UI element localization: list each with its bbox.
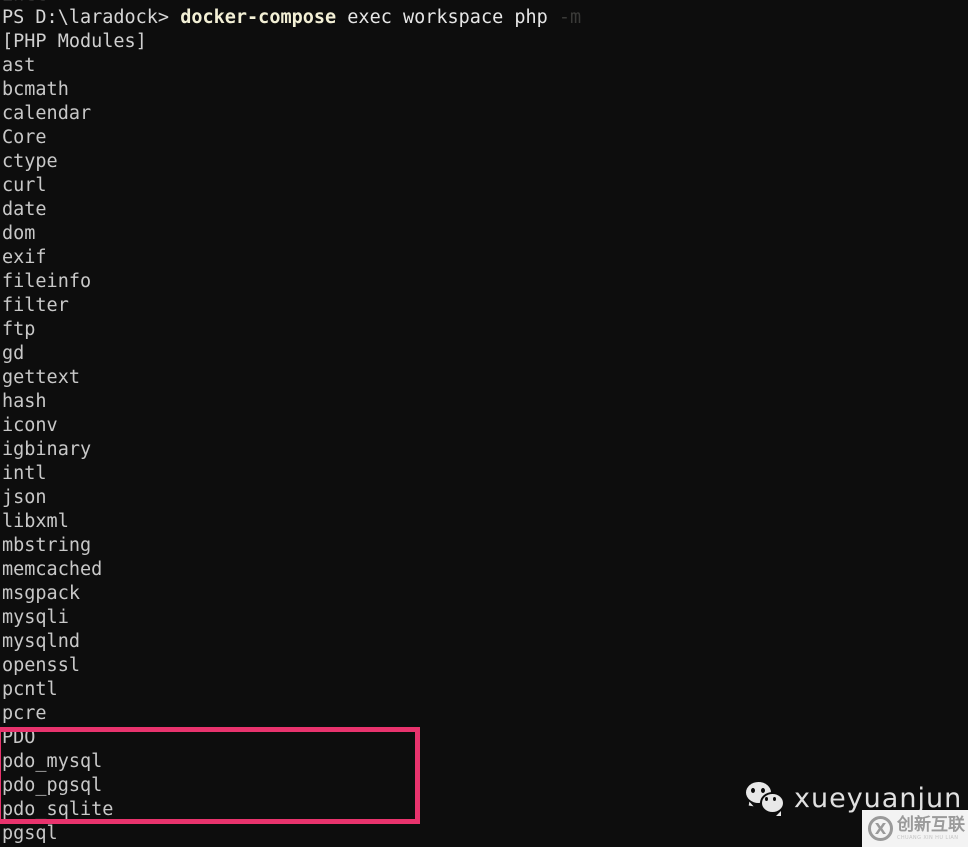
terminal-window: intl PS D:\laradock> docker-compose exec… — [0, 0, 968, 847]
module-row: ast — [2, 55, 36, 76]
command-name: docker-compose — [180, 7, 337, 28]
module-row: fileinfo — [2, 271, 92, 292]
module-row: ctype — [2, 151, 58, 172]
module-row: filter — [2, 295, 69, 316]
module-row: libxml — [2, 511, 69, 532]
php-module-list: ast bcmath calendar Core ctype curl date dom exi… — [2, 54, 968, 846]
module-row: pdo_mysql — [2, 751, 103, 772]
module-row: iconv — [2, 415, 58, 436]
module-row: calendar — [2, 103, 92, 124]
module-row: bcmath — [2, 79, 69, 100]
module-row: pcre — [2, 703, 47, 724]
module-row: curl — [2, 175, 47, 196]
module-row: memcached — [2, 559, 103, 580]
module-row: date — [2, 199, 47, 220]
module-row: mysqli — [2, 607, 69, 628]
module-row: dom — [2, 223, 36, 244]
cdxl-logo-icon: X — [868, 816, 893, 841]
module-row: igbinary — [2, 439, 92, 460]
module-row: PDO — [2, 727, 36, 748]
module-row: exif — [2, 247, 47, 268]
module-row: intl — [2, 463, 47, 484]
prompt-prefix: PS D:\laradock> — [2, 7, 181, 28]
module-row: mbstring — [2, 535, 92, 556]
command-prompt-line: PS D:\laradock> docker-compose exec work… — [2, 6, 968, 30]
site-watermark-badge: X 创新互联 CHUANG XIN HU LIAN — [862, 810, 968, 847]
module-row: Core — [2, 127, 47, 148]
cdxl-pinyin-label: CHUANG XIN HU LIAN — [897, 834, 959, 841]
output-header: [PHP Modules] — [2, 31, 147, 52]
module-row: pcntl — [2, 679, 58, 700]
module-row: json — [2, 487, 47, 508]
cdxl-chinese-label: 创新互联 — [897, 814, 965, 835]
module-row: gettext — [2, 367, 80, 388]
wechat-icon — [746, 782, 786, 816]
module-row: gd — [2, 343, 25, 364]
command-flag: -m — [558, 7, 582, 28]
module-row: ftp — [2, 319, 36, 340]
terminal-output: PS D:\laradock> docker-compose exec work… — [0, 6, 968, 846]
module-row: openssl — [2, 655, 80, 676]
cdxl-text-group: 创新互联 CHUANG XIN HU LIAN — [897, 814, 965, 841]
module-row: pgsql — [2, 823, 58, 844]
module-row: msgpack — [2, 583, 80, 604]
module-row: hash — [2, 391, 47, 412]
command-args: exec workspace php — [336, 7, 559, 28]
wechat-account-name: xueyuanjun — [794, 782, 963, 814]
module-row: mysqlnd — [2, 631, 80, 652]
